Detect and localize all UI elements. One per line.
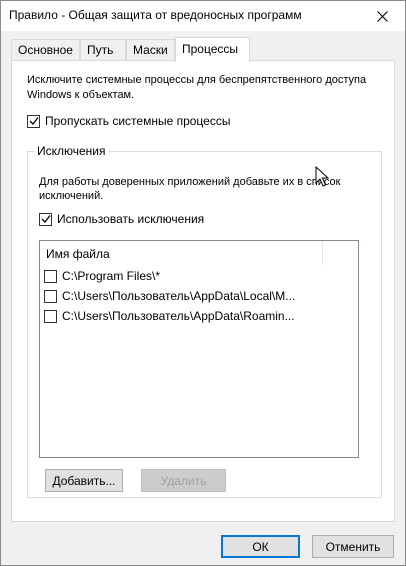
processes-panel: Исключите системные процессы для беспреп…: [11, 60, 395, 522]
list-item[interactable]: C:\Users\Пользователь\AppData\Roamin...: [44, 307, 295, 325]
skip-system-processes-label: Пропускать системные процессы: [45, 114, 231, 128]
list-item-path: C:\Users\Пользователь\AppData\Local\M...: [62, 289, 296, 303]
ok-button[interactable]: ОК: [221, 535, 300, 558]
list-item-path: C:\Users\Пользователь\AppData\Roamin...: [62, 309, 295, 323]
list-item-checkbox[interactable]: [44, 309, 57, 323]
list-item[interactable]: C:\Program Files\*: [44, 267, 160, 285]
checkmark-icon: [41, 215, 51, 223]
close-button[interactable]: [359, 1, 405, 31]
exclusions-list[interactable]: Имя файла C:\Program Files\* C:\Users\По…: [39, 240, 359, 458]
list-item-checkbox[interactable]: [44, 289, 57, 303]
window-title: Правило - Общая защита от вредоносных пр…: [9, 8, 302, 22]
tab-processes[interactable]: Процессы: [175, 37, 250, 62]
tab-general[interactable]: Основное: [11, 39, 80, 60]
tab-path[interactable]: Путь: [80, 39, 126, 60]
use-exclusions-row[interactable]: Использовать исключения: [39, 212, 204, 226]
column-divider[interactable]: [322, 241, 323, 265]
tab-strip: Основное Путь Маски Процессы: [11, 37, 397, 62]
add-button[interactable]: Добавить...: [45, 469, 123, 492]
skip-system-processes-row[interactable]: Пропускать системные процессы: [27, 114, 230, 128]
processes-description: Исключите системные процессы для беспреп…: [27, 74, 367, 101]
exclusions-group: Исключения Для работы доверенных приложе…: [27, 144, 382, 498]
tab-masks[interactable]: Маски: [126, 39, 175, 60]
rule-dialog: Правило - Общая защита от вредоносных пр…: [0, 0, 406, 566]
use-exclusions-checkbox[interactable]: [39, 212, 52, 226]
checkmark-icon: [29, 117, 39, 125]
list-item-checkbox[interactable]: [44, 269, 57, 283]
column-header-filename[interactable]: Имя файла: [46, 247, 110, 261]
close-icon: [376, 10, 388, 22]
list-item[interactable]: C:\Users\Пользователь\AppData\Local\M...: [44, 287, 295, 305]
title-bar[interactable]: Правило - Общая защита от вредоносных пр…: [1, 1, 405, 31]
list-header: Имя файла: [40, 241, 358, 265]
cancel-button[interactable]: Отменить: [312, 535, 394, 558]
remove-button[interactable]: Удалить: [141, 469, 226, 492]
skip-system-processes-checkbox[interactable]: [27, 114, 40, 128]
list-item-path: C:\Program Files\*: [62, 269, 161, 283]
use-exclusions-label: Использовать исключения: [57, 212, 205, 226]
exclusions-legend: Исключения: [34, 144, 109, 158]
mouse-cursor-icon: [315, 166, 329, 187]
